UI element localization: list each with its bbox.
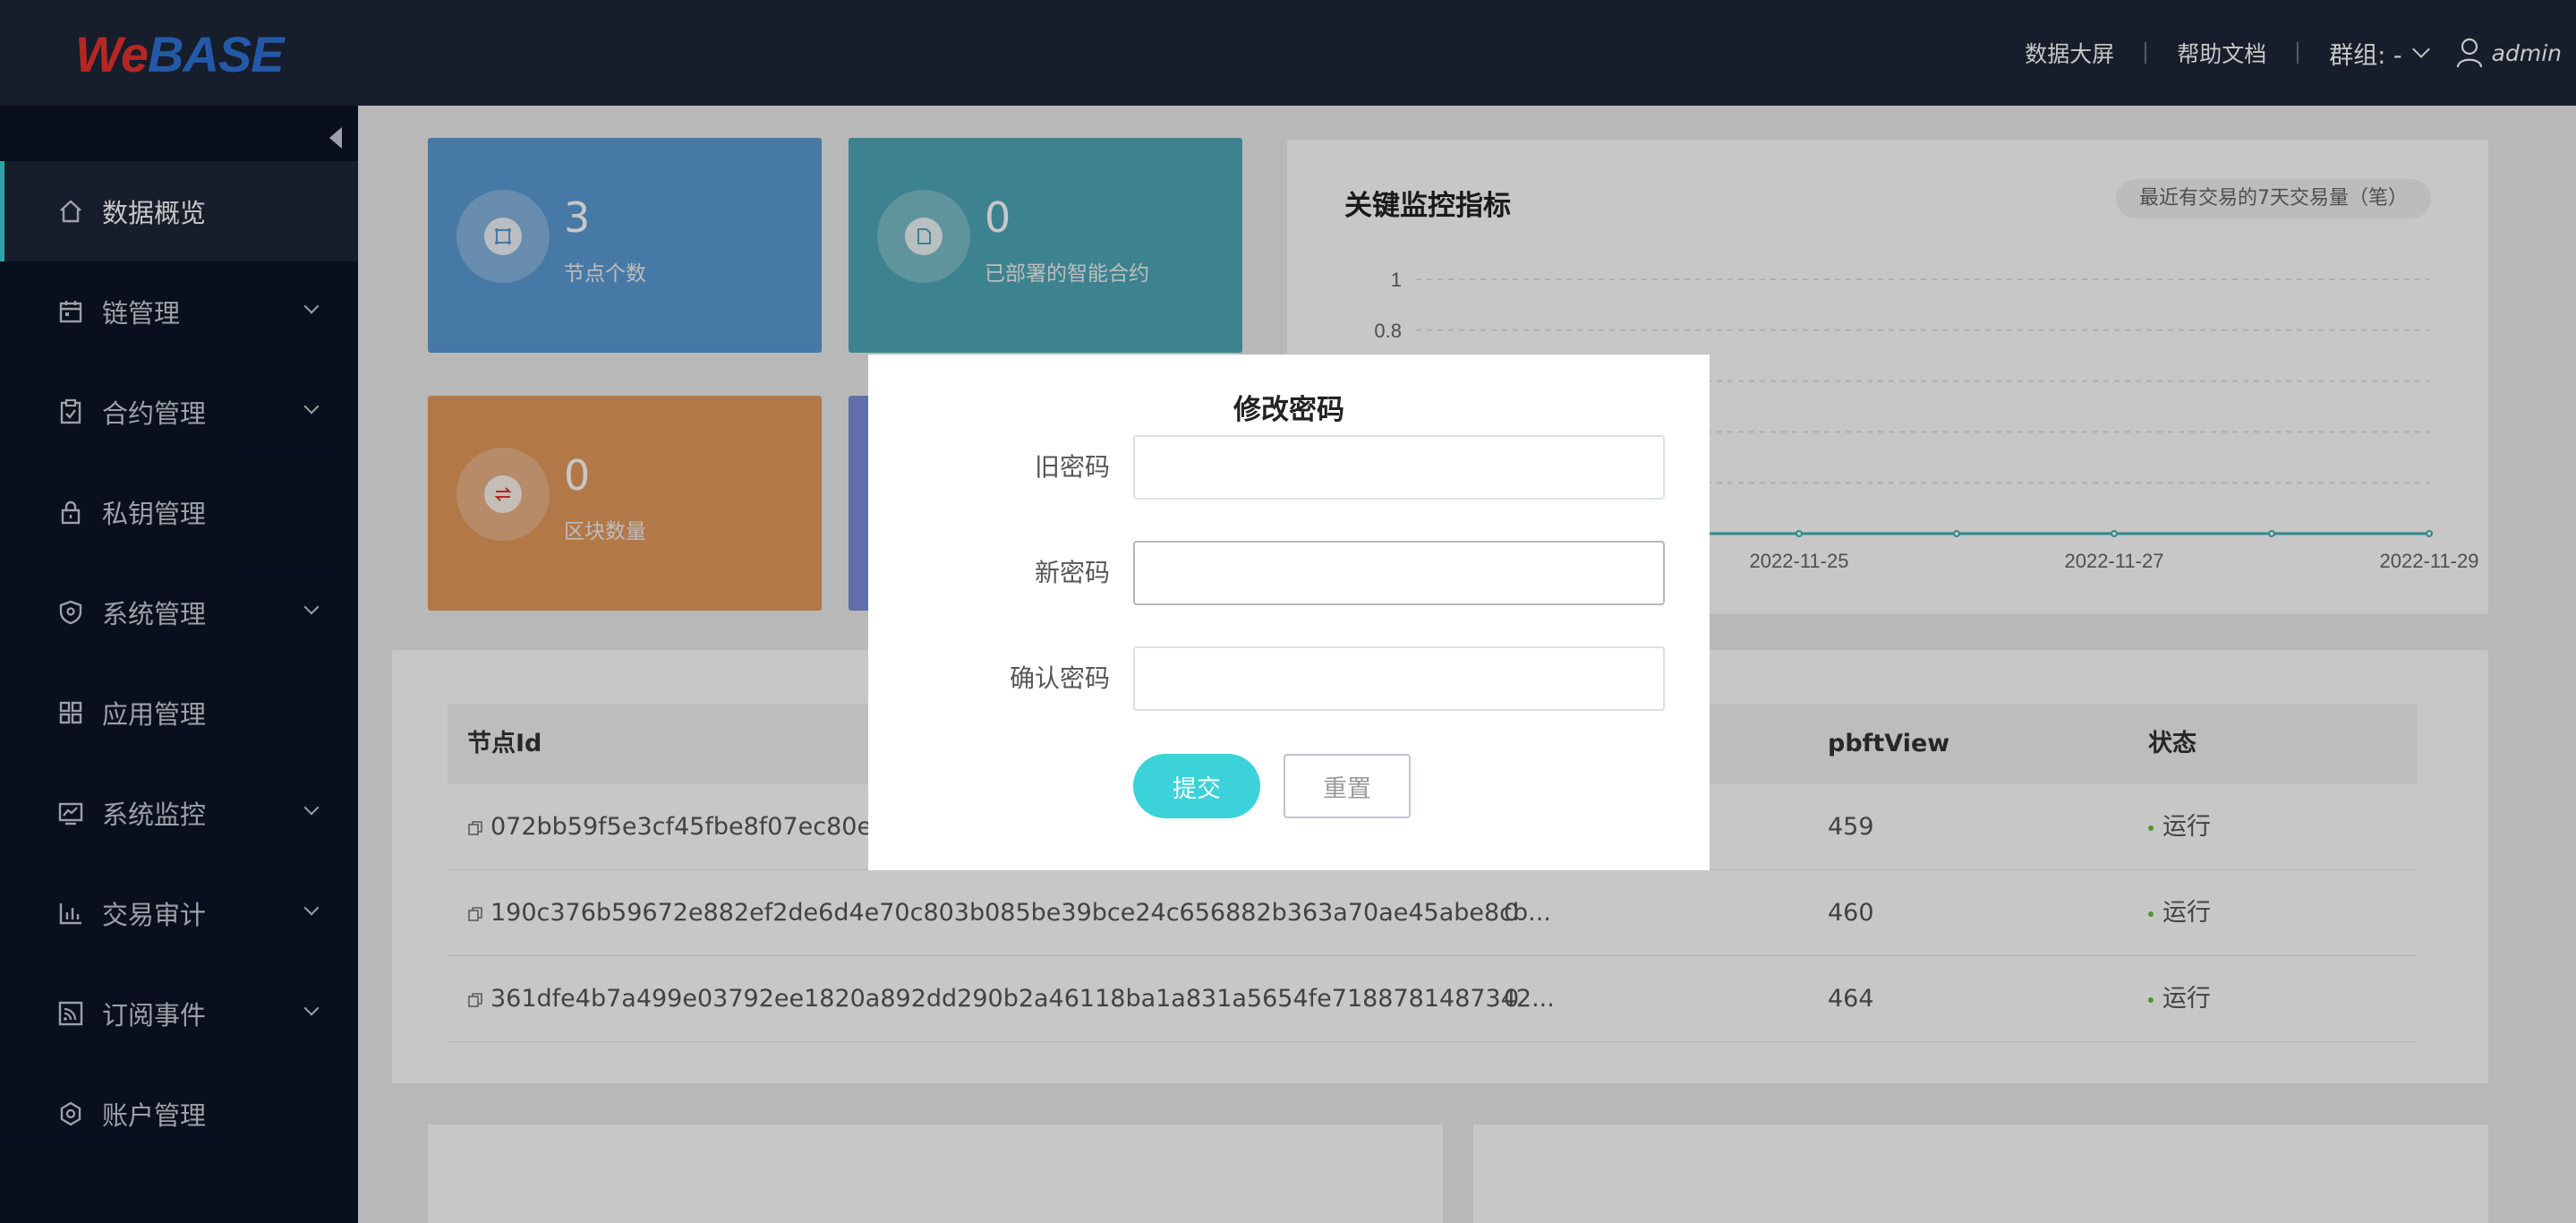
old-password-input[interactable] [1133,435,1665,500]
submit-button[interactable]: 提交 [1133,754,1260,818]
new-password-row: 新密码 [868,541,1710,605]
confirm-password-label: 确认密码 [1009,663,1110,693]
new-password-label: 新密码 [1034,558,1110,587]
change-password-dialog: 修改密码 旧密码 新密码 确认密码 提交 重置 [868,355,1710,870]
confirm-password-input[interactable] [1133,646,1665,711]
old-password-label: 旧密码 [1034,452,1110,482]
old-password-row: 旧密码 [868,435,1710,500]
new-password-input[interactable] [1133,541,1665,605]
reset-button[interactable]: 重置 [1284,754,1411,818]
dialog-title: 修改密码 [1233,394,1344,426]
confirm-password-row: 确认密码 [868,646,1710,711]
